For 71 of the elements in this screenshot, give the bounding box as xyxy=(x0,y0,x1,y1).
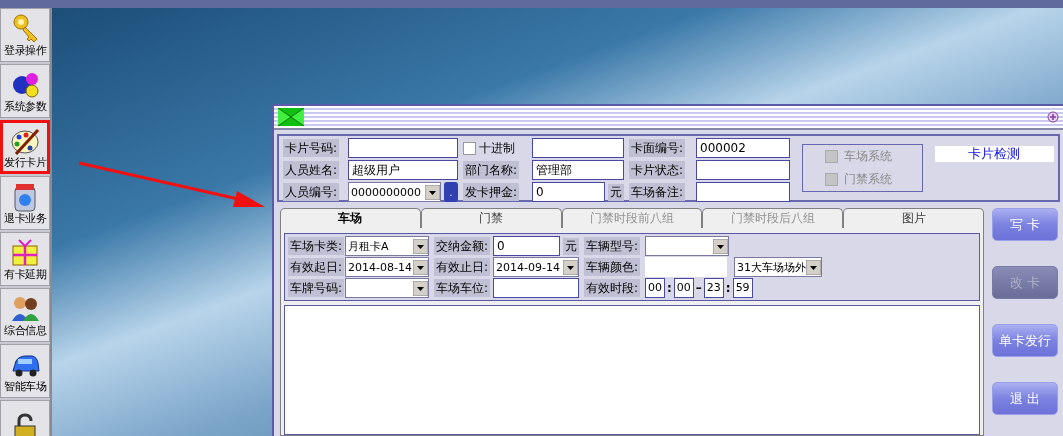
unit-label: 元 xyxy=(563,237,579,255)
time-separator: – xyxy=(695,281,702,295)
input-field[interactable] xyxy=(348,138,458,158)
dropdown[interactable]: 月租卡A xyxy=(345,236,429,256)
input-field[interactable] xyxy=(493,278,579,298)
input-field[interactable]: 0 xyxy=(532,182,605,202)
field-label: 卡片号码: xyxy=(283,139,340,157)
dropdown[interactable]: 2014-09-14 xyxy=(493,257,579,277)
field-label: 车牌号码: xyxy=(288,279,345,297)
sidebar-item[interactable]: 有卡延期 xyxy=(0,232,50,286)
caret-icon xyxy=(413,238,428,254)
field-label: 有效起日: xyxy=(288,258,345,276)
sidebar-item[interactable]: 退卡业务 xyxy=(0,176,50,230)
sidebar-item[interactable]: 智能车场 xyxy=(0,344,50,398)
input-field[interactable] xyxy=(532,138,624,158)
time-field[interactable]: 59 xyxy=(732,278,753,298)
field-label: 卡面编号: xyxy=(629,139,686,157)
time-field[interactable]: 00 xyxy=(645,278,665,298)
sidebar-item[interactable]: 综合信息 xyxy=(0,288,50,342)
action-button[interactable]: 退 出 xyxy=(992,382,1058,415)
time-separator: : xyxy=(667,281,672,295)
dropdown[interactable]: 2014-08-14 xyxy=(345,257,429,277)
tab[interactable]: 图片 xyxy=(843,208,984,228)
app-icon xyxy=(278,108,304,126)
field-label: 车场卡类: xyxy=(288,237,345,255)
checkbox-label: 门禁系统 xyxy=(844,171,892,188)
caret-icon xyxy=(425,184,440,200)
field-label: 卡片状态: xyxy=(629,161,686,179)
time-separator: : xyxy=(725,281,731,295)
field-label: 车场车位: xyxy=(434,279,491,297)
field-label: 人员编号: xyxy=(283,183,340,201)
caret-icon xyxy=(713,238,728,254)
maximize-icon xyxy=(1047,111,1059,123)
tab[interactable]: 车场 xyxy=(280,208,421,228)
caret-icon xyxy=(413,280,428,296)
field-label: 车场备注: xyxy=(629,183,686,201)
time-field[interactable]: 23 xyxy=(703,278,724,298)
field-label: 部门名称: xyxy=(463,161,520,179)
field-label: 人员姓名: xyxy=(283,161,340,179)
input-field[interactable] xyxy=(696,182,790,202)
field-label: 车辆型号: xyxy=(584,237,641,255)
field-label: 发卡押金: xyxy=(463,183,520,201)
gift-icon xyxy=(10,236,40,268)
checkbox-label: 十进制 xyxy=(479,139,515,157)
key-icon xyxy=(10,12,40,44)
time-field[interactable]: 00 xyxy=(673,278,694,298)
status-label: 卡片检测 xyxy=(934,146,1054,162)
caret-icon xyxy=(413,259,428,275)
input-field[interactable]: 0 xyxy=(493,236,560,256)
dropdown[interactable] xyxy=(345,278,429,298)
dropdown[interactable]: 0000000000 xyxy=(348,182,441,202)
input-field[interactable]: 超级用户 xyxy=(348,160,458,180)
tab[interactable]: 门禁 xyxy=(420,208,562,228)
input-field[interactable] xyxy=(696,160,790,180)
sidebar-item[interactable]: 登录操作 xyxy=(0,8,50,62)
sidebar-item[interactable]: 系统参数 xyxy=(0,64,50,118)
checkbox-label: 车场系统 xyxy=(844,148,892,165)
caret-icon xyxy=(563,259,578,275)
dropdown[interactable]: 31大车场场外 xyxy=(734,257,822,277)
field-label: 交纳金额: xyxy=(434,237,491,255)
sidebar-item[interactable]: 发行卡片 xyxy=(0,120,50,174)
caret-icon xyxy=(806,259,821,275)
field-label: 车辆颜色: xyxy=(584,258,641,276)
input-field[interactable]: 管理部 xyxy=(532,160,624,180)
checkbox[interactable] xyxy=(463,141,476,155)
input-field[interactable]: 000002 xyxy=(696,138,790,158)
browse-button[interactable]: . xyxy=(444,182,458,202)
field-label: 有效时段: xyxy=(584,279,641,297)
unit-label: 元 xyxy=(608,183,624,201)
dropdown[interactable] xyxy=(645,236,729,256)
field-label: 有效止日: xyxy=(434,258,491,276)
